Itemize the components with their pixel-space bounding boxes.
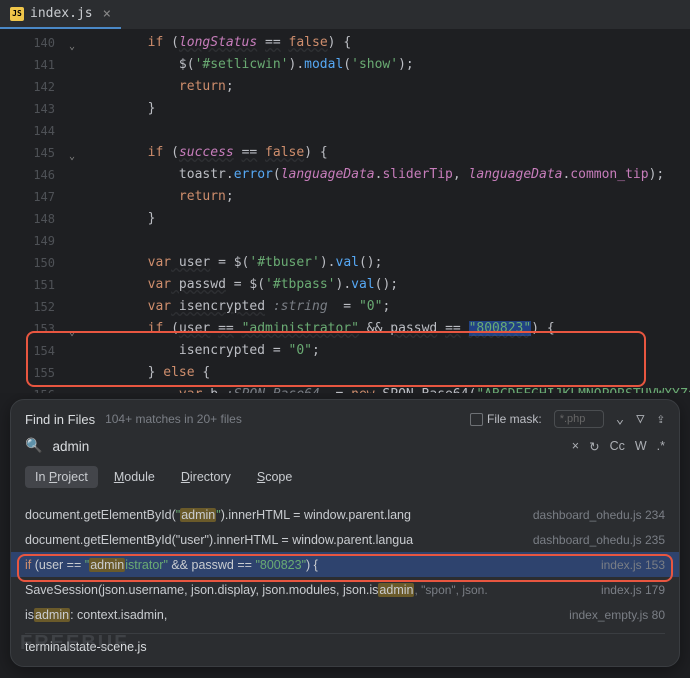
find-title: Find in Files [25,412,95,427]
close-icon[interactable]: × [103,6,111,22]
code-line: return; [85,76,690,98]
line-number: 152 [0,296,85,318]
file-mask-label: File mask: [487,412,542,426]
clear-icon[interactable]: × [572,439,579,453]
line-number: 147 [0,186,85,208]
search-icon: 🔍 [25,438,42,454]
result-row-selected[interactable]: if (user == "administrator" && passwd ==… [11,552,679,577]
code-line: if (longStatus == false) { [85,32,690,54]
chevron-down-icon[interactable]: ⌄ [616,411,624,427]
code-line: } [85,208,690,230]
line-number: 140⌄ [0,32,85,54]
line-number: 154 [0,340,85,362]
code-area[interactable]: if (longStatus == false) { $('#setlicwin… [85,30,690,393]
line-number: 141 [0,54,85,76]
result-row[interactable]: isadmin: context.isadmin, index_empty.js… [11,602,679,627]
code-line [85,230,690,252]
scope-in-project[interactable]: In Project [25,466,98,488]
line-number: 150 [0,252,85,274]
tab-label: index.js [30,6,93,21]
line-number: 145⌄ [0,142,85,164]
result-location: index.js 153 [601,558,665,572]
code-line: $('#setlicwin').modal('show'); [85,54,690,76]
result-location: index_empty.js 80 [569,608,665,622]
result-location: dashboard_ohedu.js 235 [533,533,665,547]
code-editor[interactable]: 140⌄ 141 142 143 144 145⌄ 146 147 148 14… [0,30,690,393]
code-line: } else { [85,362,690,384]
code-line: return; [85,186,690,208]
file-mask-input[interactable]: *.php [554,410,604,428]
tab-index-js[interactable]: JS index.js × [0,0,121,29]
pin-icon[interactable]: ⇪ [657,411,665,427]
result-row[interactable]: document.getElementById("admin").innerHT… [11,502,679,527]
js-file-icon: JS [10,7,24,21]
line-number: 142 [0,76,85,98]
checkbox-icon[interactable] [470,413,483,426]
case-toggle[interactable]: Cc [610,439,625,453]
word-toggle[interactable]: W [635,439,647,453]
line-number: 155 [0,362,85,384]
search-input[interactable]: admin [52,439,561,454]
find-in-files-panel: Find in Files 104+ matches in 20+ files … [10,399,680,667]
scope-row: In Project Module Directory Scope [11,462,679,498]
line-number: 144 [0,120,85,142]
line-number: 143 [0,98,85,120]
regex-toggle[interactable]: .* [657,439,665,453]
result-location: index.js 179 [601,583,665,597]
line-number: 146 [0,164,85,186]
code-line: var user = $('#tbuser').val(); [85,252,690,274]
line-number: 153⌄ [0,318,85,340]
find-subtitle: 104+ matches in 20+ files [105,412,460,426]
code-line: if (success == false) { [85,142,690,164]
code-line: var isencrypted :string = "0"; [85,296,690,318]
search-row: 🔍 admin × ↻ Cc W .* [11,434,679,462]
code-line: } [85,98,690,120]
scope-scope[interactable]: Scope [247,466,302,488]
line-gutter: 140⌄ 141 142 143 144 145⌄ 146 147 148 14… [0,30,85,393]
code-line [85,120,690,142]
find-header: Find in Files 104+ matches in 20+ files … [11,400,679,434]
find-tools: File mask: *.php ⌄ ▽ ⇪ [470,410,665,428]
code-line: var b :SPON_Base64 = new SPON_Base64("AB… [85,384,690,393]
filter-icon[interactable]: ▽ [636,411,644,427]
results-list: document.getElementById("admin").innerHT… [11,498,679,666]
file-mask-toggle[interactable]: File mask: [470,412,542,426]
scope-module[interactable]: Module [104,466,165,488]
result-location: dashboard_ohedu.js 234 [533,508,665,522]
line-number: 148 [0,208,85,230]
history-icon[interactable]: ↻ [589,439,599,454]
code-line: isencrypted = "0"; [85,340,690,362]
code-line: if (user == "administrator" && passwd ==… [85,318,690,340]
code-line: toastr.error(languageData.sliderTip, lan… [85,164,690,186]
file-header[interactable]: terminalstate-scene.js [25,633,665,660]
result-row[interactable]: document.getElementById("user").innerHTM… [11,527,679,552]
line-number: 156 [0,384,85,393]
line-number: 149 [0,230,85,252]
line-number: 151 [0,274,85,296]
code-line: var passwd = $('#tbpass').val(); [85,274,690,296]
result-row[interactable]: SaveSession(json.username, json.display,… [11,577,679,602]
scope-directory[interactable]: Directory [171,466,241,488]
tab-bar: JS index.js × [0,0,690,30]
